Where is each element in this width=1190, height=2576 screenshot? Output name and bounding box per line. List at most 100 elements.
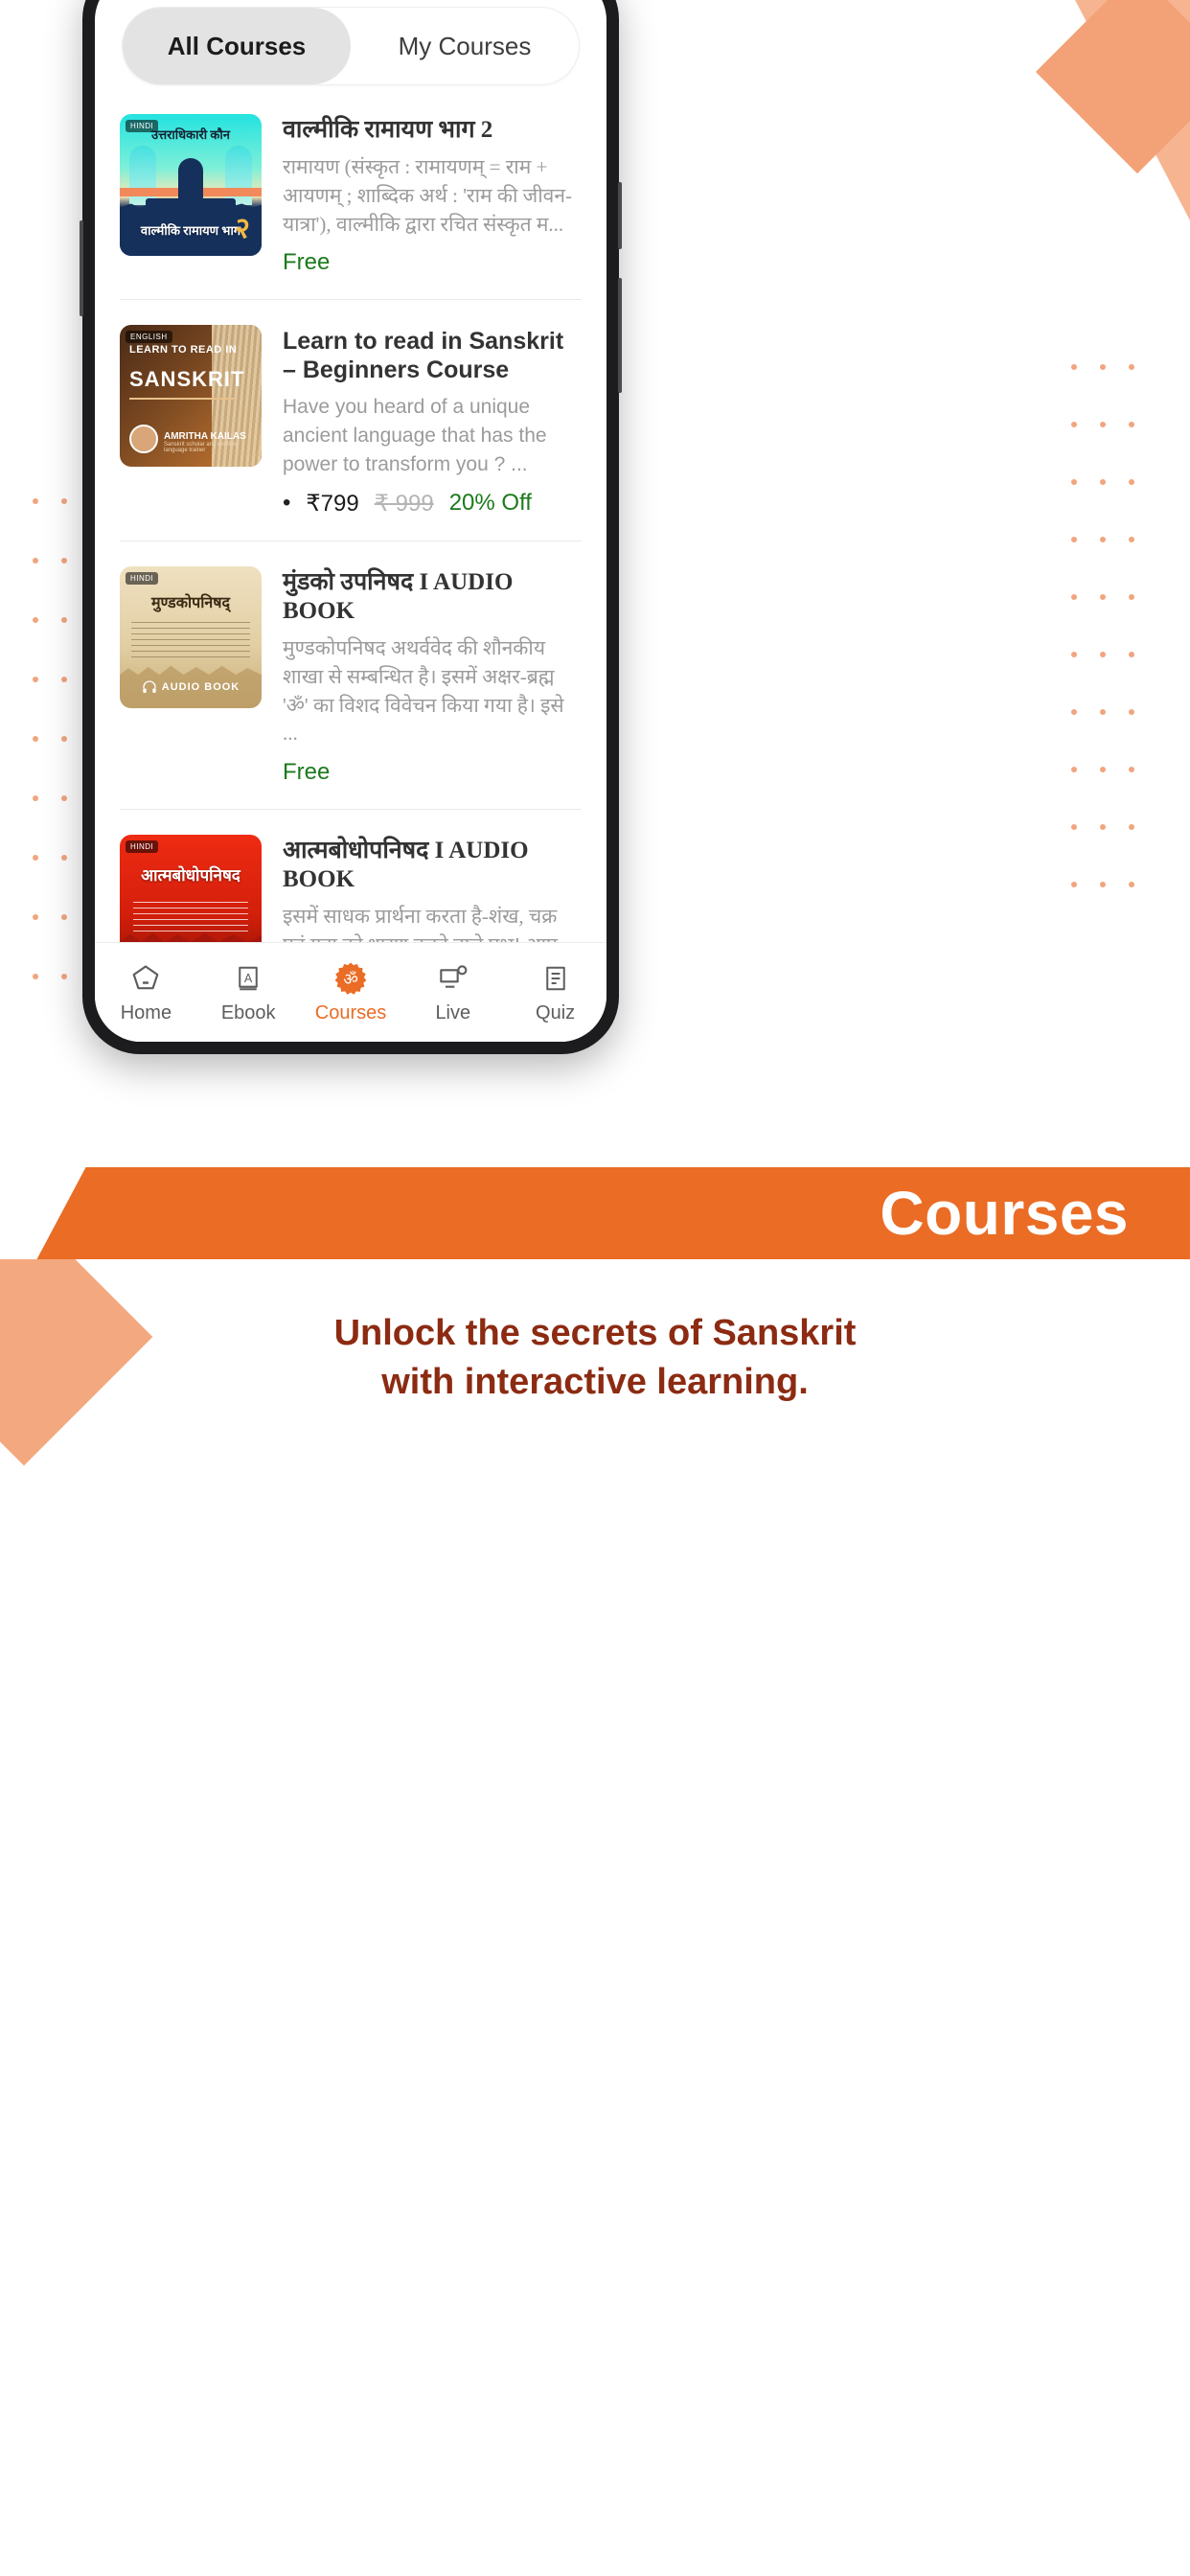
course-description: मुण्डकोपनिषद अथर्ववेद की शौनकीय शाखा से … bbox=[283, 635, 564, 746]
nav-item-live-label: Live bbox=[435, 1001, 471, 1024]
language-badge: HINDI bbox=[126, 840, 159, 854]
thumbnail-text-block bbox=[131, 621, 250, 660]
promo-banner: Courses bbox=[0, 1167, 1190, 1259]
nav-item-ebook[interactable]: A Ebook bbox=[197, 961, 300, 1024]
decor-dot bbox=[1071, 594, 1077, 600]
live-icon bbox=[438, 961, 469, 996]
thumbnail-caption: आत्मबोधोपनिषद bbox=[141, 866, 240, 886]
decor-dot bbox=[61, 974, 67, 979]
decor-dot bbox=[1100, 422, 1106, 427]
course-thumbnail: ENGLISH LEARN TO READ IN SANSKRIT AMRITH… bbox=[120, 325, 262, 468]
course-card[interactable]: HINDI मुण्डकोपनिषद् AUDIO BOOK मुंडको उप… bbox=[120, 541, 582, 811]
decor-dot bbox=[1100, 882, 1106, 887]
decor-dot bbox=[1071, 537, 1077, 542]
decor-dot bbox=[1129, 767, 1134, 772]
decor-dot bbox=[61, 855, 67, 861]
decor-dot bbox=[1100, 652, 1106, 657]
headphones-icon bbox=[143, 680, 156, 693]
audio-book-label: AUDIO BOOK bbox=[161, 680, 240, 693]
quiz-icon bbox=[541, 961, 570, 996]
instructor-subtitle: Sanskrit scholar and certified language … bbox=[164, 442, 239, 454]
decor-dot bbox=[1129, 824, 1134, 830]
thumbnail-top-caption: उत्तराधिकारी कौन bbox=[150, 127, 230, 142]
course-info: वाल्मीकि रामायण भाग 2 रामायण (संस्कृत : … bbox=[283, 114, 582, 276]
course-thumbnail: HINDI मुण्डकोपनिषद् AUDIO BOOK bbox=[120, 565, 262, 708]
decor-dot bbox=[1071, 767, 1077, 772]
nav-item-ebook-label: Ebook bbox=[220, 1001, 276, 1024]
price-discount: 20% Off bbox=[448, 490, 532, 517]
decor-dot bbox=[33, 736, 38, 742]
decor-dot bbox=[1100, 479, 1106, 485]
price-original: ₹ 999 bbox=[374, 490, 434, 517]
course-price: Free bbox=[283, 759, 331, 786]
decor-dot bbox=[1129, 364, 1134, 370]
nav-item-live[interactable]: Live bbox=[401, 961, 504, 1024]
decor-dot bbox=[1129, 882, 1134, 887]
course-title: मुंडको उपनिषद I AUDIO BOOK bbox=[283, 568, 514, 624]
decor-dot bbox=[61, 677, 67, 682]
course-card[interactable]: ENGLISH LEARN TO READ IN SANSKRIT AMRITH… bbox=[120, 300, 582, 541]
instructor-name: AMRITHA KAILAS bbox=[164, 431, 246, 443]
ebook-icon: A bbox=[234, 961, 263, 996]
nav-item-courses-label: Courses bbox=[314, 1001, 387, 1024]
decor-dot bbox=[61, 914, 67, 920]
decor-dot bbox=[61, 795, 67, 801]
course-thumbnail: HINDI आत्मबोधोपनिषद AUDIO BOOK bbox=[120, 835, 262, 942]
course-title: वाल्मीकि रामायण भाग 2 bbox=[283, 117, 493, 143]
course-card[interactable]: HINDI आत्मबोधोपनिषद AUDIO BOOK आत्मबोधोप… bbox=[120, 810, 582, 942]
decor-dot bbox=[1071, 824, 1077, 830]
decor-dot bbox=[1129, 709, 1134, 715]
nav-item-courses[interactable]: ॐ Courses bbox=[300, 961, 402, 1024]
language-badge: HINDI bbox=[126, 571, 159, 585]
thumbnail-divider bbox=[129, 398, 235, 401]
thumbnail-part-number: २ bbox=[235, 213, 250, 244]
decor-dot bbox=[1071, 709, 1077, 715]
instructor-avatar bbox=[129, 425, 158, 454]
course-info: आत्मबोधोपनिषद I AUDIO BOOK इसमें साधक प्… bbox=[283, 835, 582, 942]
course-description: इसमें साधक प्रार्थना करता है-शंख, चक्र ए… bbox=[283, 905, 558, 942]
decor-dot bbox=[61, 617, 67, 623]
tab-all-courses[interactable]: All Courses bbox=[123, 8, 351, 84]
course-price: Free bbox=[283, 249, 331, 276]
thumbnail-line-1: LEARN TO READ IN bbox=[129, 344, 238, 356]
decor-dot bbox=[61, 498, 67, 504]
tab-all-courses-label: All Courses bbox=[167, 31, 307, 60]
decor-dot bbox=[33, 617, 38, 623]
svg-text:ॐ: ॐ bbox=[343, 970, 358, 988]
promo-tagline: Unlock the secrets of Sanskrit with inte… bbox=[0, 1309, 1190, 1408]
audio-book-tag: AUDIO BOOK bbox=[120, 679, 262, 695]
decor-dot bbox=[1071, 422, 1077, 427]
decor-dot bbox=[1129, 479, 1134, 485]
decor-dot bbox=[61, 736, 67, 742]
thumbnail-caption: मुण्डकोपनिषद् bbox=[150, 594, 231, 611]
nav-item-home[interactable]: Home bbox=[95, 961, 197, 1024]
tab-my-courses[interactable]: My Courses bbox=[351, 8, 579, 84]
course-filter-tabs: All Courses My Courses bbox=[122, 7, 580, 85]
decor-dot bbox=[1071, 652, 1077, 657]
language-badge: ENGLISH bbox=[126, 331, 172, 344]
course-list[interactable]: HINDI उत्तराधिकारी कौन वाल्मीकि रामायण भ… bbox=[95, 85, 606, 942]
decor-dot bbox=[33, 677, 38, 682]
decor-dot bbox=[1100, 364, 1106, 370]
price-current: ₹799 bbox=[306, 490, 359, 517]
decor-dot bbox=[1071, 882, 1077, 887]
nav-item-home-label: Home bbox=[120, 1001, 172, 1024]
decor-dot bbox=[1129, 537, 1134, 542]
course-title: आत्मबोधोपनिषद I AUDIO BOOK bbox=[283, 838, 529, 893]
decor-dot bbox=[1071, 479, 1077, 485]
decor-dot bbox=[1129, 422, 1134, 427]
tab-my-courses-label: My Courses bbox=[398, 31, 532, 60]
decor-dot bbox=[1071, 364, 1077, 370]
om-icon: ॐ bbox=[333, 961, 368, 996]
course-info: Learn to read in Sanskrit – Beginners Co… bbox=[283, 325, 582, 517]
thumbnail-text-block bbox=[133, 902, 248, 937]
decor-dot bbox=[33, 855, 38, 861]
course-card[interactable]: HINDI उत्तराधिकारी कौन वाल्मीकि रामायण भ… bbox=[120, 85, 582, 301]
promo-tagline-line-2: with interactive learning. bbox=[381, 1362, 809, 1403]
nav-item-quiz[interactable]: Quiz bbox=[504, 961, 606, 1024]
decor-dot bbox=[33, 498, 38, 504]
phone-side-button-left bbox=[80, 220, 83, 316]
decor-dot bbox=[1129, 652, 1134, 657]
decor-dot bbox=[61, 558, 67, 564]
decor-dot bbox=[1100, 594, 1106, 600]
